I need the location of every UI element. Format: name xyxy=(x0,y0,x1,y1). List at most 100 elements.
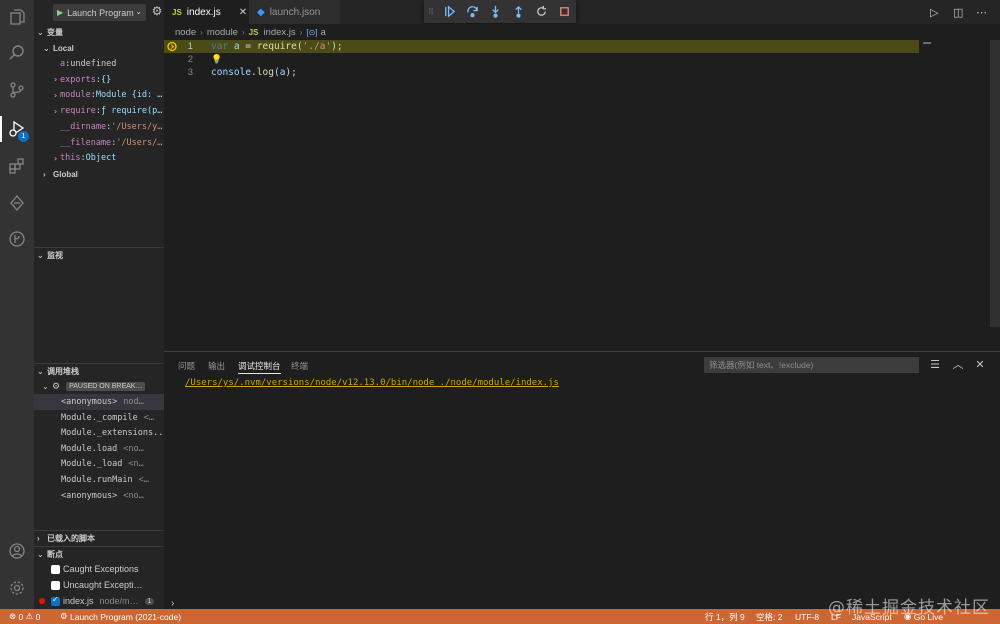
variable-value: '/Users/y… xyxy=(111,121,163,132)
files-icon[interactable] xyxy=(0,0,34,34)
continue-icon[interactable] xyxy=(438,0,461,23)
callstack-frame[interactable]: <anonymous> <no… xyxy=(34,488,164,504)
tab-index-js[interactable]: JS index.js ✕ xyxy=(164,0,249,24)
js-file-icon: JS xyxy=(172,7,182,17)
callstack-section-header[interactable]: ⌄ 调用堆栈 xyxy=(34,363,164,379)
close-icon[interactable]: ✕ xyxy=(239,7,247,18)
gear-icon[interactable]: ⚙ xyxy=(150,4,164,20)
variable-name: __dirname xyxy=(60,121,107,132)
source-control-icon[interactable] xyxy=(0,73,34,107)
encoding[interactable]: UTF-8 xyxy=(795,609,819,624)
variable-symbol-icon: [⊙] xyxy=(306,27,318,37)
remote-explorer-icon[interactable] xyxy=(0,186,34,220)
variable-row[interactable]: › this: Object xyxy=(34,150,164,166)
restart-icon[interactable] xyxy=(530,0,553,23)
console-filter-input[interactable]: 筛选器(例如 text、!exclude) xyxy=(704,357,919,373)
step-out-icon[interactable] xyxy=(507,0,530,23)
step-over-icon[interactable] xyxy=(461,0,484,23)
tab-label: index.js xyxy=(186,6,221,18)
breakpoint-row[interactable]: Caught Exceptions xyxy=(34,561,164,577)
chevron-right-icon: › xyxy=(37,534,40,543)
indentation[interactable]: 空格: 2 xyxy=(756,609,782,624)
drag-handle-icon[interactable]: ⁞⁞ xyxy=(424,7,438,16)
code-text: console.log(a); xyxy=(211,67,297,78)
variable-name: __filename xyxy=(60,137,112,148)
git-graph-icon[interactable] xyxy=(0,222,34,256)
editor-scrollbar[interactable] xyxy=(990,40,1000,327)
breadcrumb-item[interactable]: node xyxy=(175,27,196,38)
breakpoint-label: index.js xyxy=(63,596,94,606)
breadcrumb-item[interactable]: index.js xyxy=(263,27,295,38)
variable-row[interactable]: __filename: '/Users/… xyxy=(34,135,164,151)
breadcrumb-item[interactable]: a xyxy=(321,27,326,38)
variable-row[interactable]: › exports: {} xyxy=(34,72,164,88)
vscode-file-icon: ◆ xyxy=(257,6,265,18)
cursor-position[interactable]: 行 1，列 9 xyxy=(705,609,745,624)
thread-row[interactable]: ⌄ ⚙ PAUSED ON BREAK… xyxy=(34,378,164,394)
breakpoint-checkbox[interactable] xyxy=(51,564,60,574)
variable-row[interactable]: › require: ƒ require(p… xyxy=(34,103,164,119)
code-editor[interactable]: 1 var a = require('./a'); 2 💡 3 console.… xyxy=(164,40,1000,351)
split-editor-icon[interactable]: ◫ xyxy=(953,4,963,20)
chevron-down-icon: ⌄ xyxy=(37,27,44,37)
tab-launch-json[interactable]: ◆ launch.json xyxy=(249,0,340,24)
variable-row[interactable]: __dirname: '/Users/y… xyxy=(34,119,164,135)
code-line[interactable]: 1 var a = require('./a'); xyxy=(164,40,919,53)
callstack-frame[interactable]: Module._extensions..js xyxy=(34,425,164,441)
minimap[interactable] xyxy=(923,42,931,44)
variable-row[interactable]: › module: Module {id: … xyxy=(34,87,164,103)
manage-gear-icon[interactable] xyxy=(0,571,34,605)
callstack-frame[interactable]: <anonymous> nod… xyxy=(34,394,164,410)
callstack-frame[interactable]: Module.load <no… xyxy=(34,441,164,457)
clear-console-icon[interactable]: ☰ xyxy=(927,357,943,373)
more-actions-icon[interactable]: ⋯ xyxy=(976,4,987,20)
account-icon[interactable] xyxy=(0,534,34,568)
extensions-icon[interactable] xyxy=(0,149,34,183)
run-file-icon[interactable]: ▷ xyxy=(930,4,938,20)
tab-debug-console[interactable]: 调试控制台 xyxy=(238,360,281,374)
lightbulb-icon[interactable]: 💡 xyxy=(211,54,222,65)
repl-prompt[interactable]: › xyxy=(171,598,174,609)
step-into-icon[interactable] xyxy=(484,0,507,23)
breadcrumb: node › module › JS index.js › [⊙] a xyxy=(164,24,1000,40)
start-debug-icon[interactable]: ▶ xyxy=(57,8,63,17)
watch-section-header[interactable]: ⌄ 监视 xyxy=(34,247,164,263)
variable-value: '/Users/… xyxy=(116,137,163,148)
tab-terminal[interactable]: 终端 xyxy=(291,360,308,374)
breadcrumb-item[interactable]: module xyxy=(207,27,238,38)
breakpoint-row[interactable]: index.js node/m… 1 xyxy=(34,593,164,609)
stop-icon[interactable] xyxy=(553,0,576,23)
frame-function: Module._extensions..js xyxy=(61,428,164,439)
launch-status[interactable]: ⚙ Launch Program (2021-code) xyxy=(60,609,181,624)
chevron-down-icon: ⌄ xyxy=(42,381,49,391)
variable-value: Object xyxy=(85,153,117,164)
callstack-frame[interactable]: Module.runMain <… xyxy=(34,472,164,488)
maximize-panel-icon[interactable]: ︿ xyxy=(950,357,966,373)
loaded-scripts-header[interactable]: › 已载入的脚本 xyxy=(34,530,164,546)
launch-config-label: Launch Program xyxy=(67,7,134,18)
chevron-down-icon: ⌄ xyxy=(37,367,44,376)
variables-section-header[interactable]: ⌄ 变量 xyxy=(34,24,164,40)
close-panel-icon[interactable]: ✕ xyxy=(972,357,988,373)
variable-row[interactable]: a: undefined xyxy=(34,56,164,72)
chevron-right-icon: › xyxy=(53,106,58,116)
tab-problems[interactable]: 问题 xyxy=(178,360,195,374)
problems-status[interactable]: ⊗ 0 ⚠ 0 xyxy=(9,609,40,624)
launch-status-label: Launch Program (2021-code) xyxy=(70,611,182,622)
callstack-frame[interactable]: Module._compile <… xyxy=(34,410,164,426)
breakpoint-checkbox[interactable] xyxy=(51,595,60,606)
run-debug-icon[interactable]: 1 xyxy=(0,112,34,146)
tab-output[interactable]: 输出 xyxy=(208,360,225,374)
callstack-frame[interactable]: Module._load <n… xyxy=(34,456,164,472)
local-scope-header[interactable]: ⌄ Local xyxy=(34,40,164,56)
breakpoint-checkbox[interactable] xyxy=(51,580,60,590)
launch-config-select[interactable]: ▶ Launch Program ⌄ xyxy=(53,4,146,21)
code-line[interactable]: 2 💡 xyxy=(164,53,919,66)
global-scope-header[interactable]: › Global xyxy=(34,166,164,182)
debug-badge: 1 xyxy=(18,131,29,142)
current-breakpoint-icon[interactable] xyxy=(166,40,178,53)
breakpoint-row[interactable]: Uncaught Excepti… xyxy=(34,577,164,593)
code-line[interactable]: 3 console.log(a); xyxy=(164,66,919,79)
search-icon[interactable] xyxy=(0,36,34,70)
breakpoints-section-header[interactable]: ⌄ 断点 xyxy=(34,546,164,562)
